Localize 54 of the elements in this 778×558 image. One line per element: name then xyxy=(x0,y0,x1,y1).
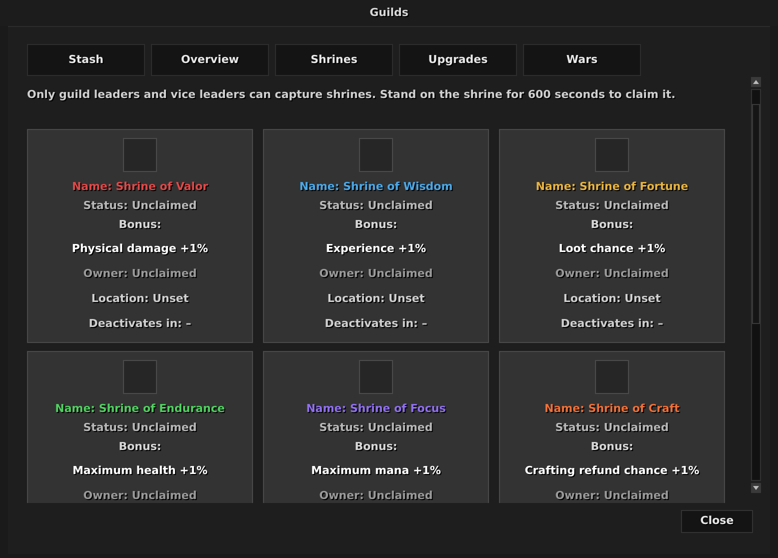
bonus-value: Loot chance +1% xyxy=(558,241,666,257)
shrine-status: Status: Unclaimed xyxy=(319,198,433,214)
shrine-name: Name: Shrine of Focus xyxy=(306,401,446,417)
bonus-label: Bonus: xyxy=(354,439,398,455)
bonus-value: Physical damage +1% xyxy=(72,241,208,257)
bonus-label: Bonus: xyxy=(590,439,634,455)
shrine-location: Location: Unset xyxy=(563,291,661,307)
bonus-value: Experience +1% xyxy=(326,241,426,257)
scrollbar[interactable] xyxy=(750,77,762,493)
shrine-status: Status: Unclaimed xyxy=(319,420,433,436)
bonus-label: Bonus: xyxy=(590,217,634,233)
shrine-status: Status: Unclaimed xyxy=(555,420,669,436)
deactivation-timer: Deactivates in: – xyxy=(560,316,664,332)
shrine-name: Name: Shrine of Craft xyxy=(544,401,680,417)
shrine-icon-slot xyxy=(595,360,629,394)
bonus-label: Bonus: xyxy=(118,217,162,233)
shrine-status: Status: Unclaimed xyxy=(83,420,197,436)
window-title: Guilds xyxy=(370,4,408,21)
deactivation-timer: Deactivates in: – xyxy=(88,316,192,332)
shrine-name: Name: Shrine of Wisdom xyxy=(299,179,453,195)
tab[interactable]: Wars xyxy=(523,44,641,76)
shrine-icon-slot xyxy=(359,360,393,394)
deactivation-timer: Deactivates in: – xyxy=(324,316,428,332)
shrine-name: Name: Shrine of Fortune xyxy=(536,179,688,195)
shrine-location: Location: Unset xyxy=(327,291,425,307)
shrine-owner: Owner: Unclaimed xyxy=(83,488,197,503)
tab[interactable]: Overview xyxy=(151,44,269,76)
shrine-owner: Owner: Unclaimed xyxy=(319,488,433,503)
tab[interactable]: Upgrades xyxy=(399,44,517,76)
bonus-value: Maximum mana +1% xyxy=(311,463,441,479)
shrine-icon-slot xyxy=(595,138,629,172)
bonus-value: Crafting refund chance +1% xyxy=(524,463,700,479)
shrine-status: Status: Unclaimed xyxy=(83,198,197,214)
shrine-owner: Owner: Unclaimed xyxy=(319,266,433,282)
shrine-name: Name: Shrine of Endurance xyxy=(55,401,225,417)
shrine-name: Name: Shrine of Valor xyxy=(72,179,208,195)
close-button[interactable]: Close xyxy=(681,510,753,533)
bonus-value: Maximum health +1% xyxy=(72,463,208,479)
tab[interactable]: Stash xyxy=(27,44,145,76)
shrine-location: Location: Unset xyxy=(91,291,189,307)
scroll-thumb[interactable] xyxy=(752,104,760,324)
shrine-owner: Owner: Unclaimed xyxy=(555,488,669,503)
shrine-icon-slot xyxy=(123,138,157,172)
scroll-up-icon[interactable] xyxy=(751,77,761,87)
shrine-icon-slot xyxy=(123,360,157,394)
shrine-owner: Owner: Unclaimed xyxy=(555,266,669,282)
scroll-down-icon[interactable] xyxy=(751,483,761,493)
shrine-icon-slot xyxy=(359,138,393,172)
capture-notice: Only guild leaders and vice leaders can capture shrines. Stand on the shrine for 600 seconds to claim it. xyxy=(27,87,676,103)
shrine-owner: Owner: Unclaimed xyxy=(83,266,197,282)
tab[interactable]: Shrines xyxy=(275,44,393,76)
bonus-label: Bonus: xyxy=(118,439,162,455)
shrine-status: Status: Unclaimed xyxy=(555,198,669,214)
bonus-label: Bonus: xyxy=(354,217,398,233)
